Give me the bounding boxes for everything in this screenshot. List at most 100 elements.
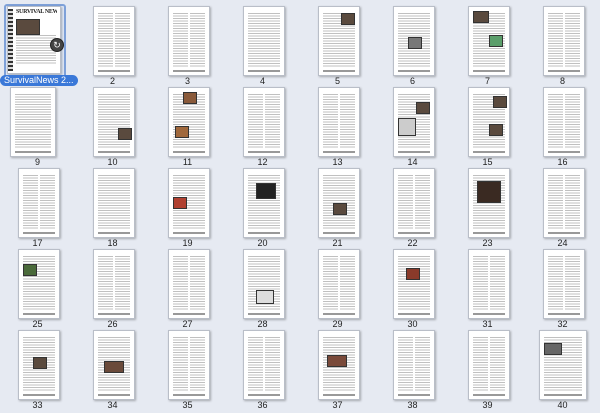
page-preview[interactable] <box>468 330 510 400</box>
page-preview[interactable] <box>18 168 60 238</box>
text-lines <box>15 94 51 148</box>
column-gap <box>413 337 415 391</box>
page-thumb-3[interactable]: 3 <box>150 4 225 86</box>
column-gap <box>113 13 115 67</box>
page-thumb-2[interactable]: 2 <box>75 4 150 86</box>
page-thumb-23[interactable]: 23 <box>450 166 525 248</box>
page-preview[interactable] <box>243 87 285 157</box>
page-preview[interactable] <box>393 168 435 238</box>
page-thumb-18[interactable]: 18 <box>75 166 150 248</box>
photo <box>327 355 347 367</box>
page-thumb-36[interactable]: 36 <box>225 328 300 410</box>
photo <box>406 268 420 280</box>
page-thumb-7[interactable]: 7 <box>450 4 525 86</box>
page-preview[interactable] <box>93 6 135 76</box>
column-gap <box>263 337 265 391</box>
page-thumb-40[interactable]: 40 <box>525 328 600 410</box>
page-thumb-34[interactable]: 34 <box>75 328 150 410</box>
page-preview[interactable] <box>468 87 510 157</box>
page-thumb-22[interactable]: 22 <box>375 166 450 248</box>
footer <box>23 313 55 315</box>
page-thumb-32[interactable]: 32 <box>525 247 600 329</box>
page-preview[interactable] <box>543 249 585 319</box>
page-thumb-33[interactable]: 33 <box>0 328 75 410</box>
page-preview[interactable] <box>168 249 210 319</box>
page-thumb-38[interactable]: 38 <box>375 328 450 410</box>
page-preview[interactable] <box>168 330 210 400</box>
page-thumb-6[interactable]: 6 <box>375 4 450 86</box>
page-thumb-24[interactable]: 24 <box>525 166 600 248</box>
page-thumb-5[interactable]: 5 <box>300 4 375 86</box>
page-preview[interactable] <box>393 330 435 400</box>
page-thumb-39[interactable]: 39 <box>450 328 525 410</box>
page-thumb-9[interactable]: 9 <box>0 85 75 167</box>
page-preview[interactable] <box>243 330 285 400</box>
page-thumb-12[interactable]: 12 <box>225 85 300 167</box>
page-preview[interactable] <box>93 330 135 400</box>
page-thumb-27[interactable]: 27 <box>150 247 225 329</box>
page-thumb-25[interactable]: 25 <box>0 247 75 329</box>
page-preview[interactable] <box>318 168 360 238</box>
page-thumb-16[interactable]: 16 <box>525 85 600 167</box>
page-preview[interactable] <box>318 87 360 157</box>
page-thumb-8[interactable]: 8 <box>525 4 600 86</box>
column-gap <box>338 94 340 148</box>
page-preview[interactable] <box>543 6 585 76</box>
page-preview[interactable] <box>468 6 510 76</box>
page-preview[interactable] <box>10 87 56 157</box>
page-preview[interactable] <box>318 249 360 319</box>
page-thumb-31[interactable]: 31 <box>450 247 525 329</box>
page-preview[interactable] <box>243 6 285 76</box>
spiral-binding <box>8 9 13 71</box>
page-thumb-30[interactable]: 30 <box>375 247 450 329</box>
page-preview[interactable] <box>93 87 135 157</box>
footer <box>548 70 580 72</box>
page-preview[interactable] <box>393 87 435 157</box>
photo <box>473 11 489 23</box>
page-preview[interactable] <box>168 6 210 76</box>
page-preview[interactable] <box>243 168 285 238</box>
page-preview[interactable] <box>18 330 60 400</box>
column-gap <box>488 337 490 391</box>
page-preview[interactable] <box>93 249 135 319</box>
footer <box>323 151 355 153</box>
page-thumb-29[interactable]: 29 <box>300 247 375 329</box>
page-thumb-35[interactable]: 35 <box>150 328 225 410</box>
page-thumb-28[interactable]: 28 <box>225 247 300 329</box>
page-thumb-1[interactable]: SURVIVAL NEWS ↻ SurvivalNews 2... <box>0 4 78 86</box>
page-thumb-11[interactable]: 11 <box>150 85 225 167</box>
rotate-arrow-icon[interactable]: ↻ <box>50 38 64 52</box>
page-preview[interactable] <box>543 87 585 157</box>
page-preview[interactable] <box>468 168 510 238</box>
page-preview[interactable] <box>168 87 210 157</box>
page-preview[interactable] <box>539 330 587 400</box>
page-thumb-13[interactable]: 13 <box>300 85 375 167</box>
page-preview[interactable] <box>318 6 360 76</box>
page-thumb-21[interactable]: 21 <box>300 166 375 248</box>
page-thumb-15[interactable]: 15 <box>450 85 525 167</box>
page-thumb-14[interactable]: 14 <box>375 85 450 167</box>
page-thumb-20[interactable]: 20 <box>225 166 300 248</box>
footer <box>548 313 580 315</box>
page-thumb-19[interactable]: 19 <box>150 166 225 248</box>
page-thumb-10[interactable]: 10 <box>75 85 150 167</box>
footer <box>473 394 505 396</box>
page-preview[interactable] <box>243 249 285 319</box>
footer <box>98 151 130 153</box>
page-preview[interactable] <box>18 249 60 319</box>
page-thumb-37[interactable]: 37 <box>300 328 375 410</box>
page-preview[interactable] <box>393 249 435 319</box>
footer <box>473 232 505 234</box>
page-preview[interactable] <box>543 168 585 238</box>
page-preview[interactable] <box>93 168 135 238</box>
page-preview[interactable] <box>318 330 360 400</box>
page-preview[interactable] <box>393 6 435 76</box>
footer <box>473 313 505 315</box>
text-lines <box>16 35 56 65</box>
footer <box>323 313 355 315</box>
page-preview[interactable] <box>468 249 510 319</box>
page-preview[interactable] <box>168 168 210 238</box>
page-thumb-4[interactable]: 4 <box>225 4 300 86</box>
page-thumb-26[interactable]: 26 <box>75 247 150 329</box>
page-thumb-17[interactable]: 17 <box>0 166 75 248</box>
